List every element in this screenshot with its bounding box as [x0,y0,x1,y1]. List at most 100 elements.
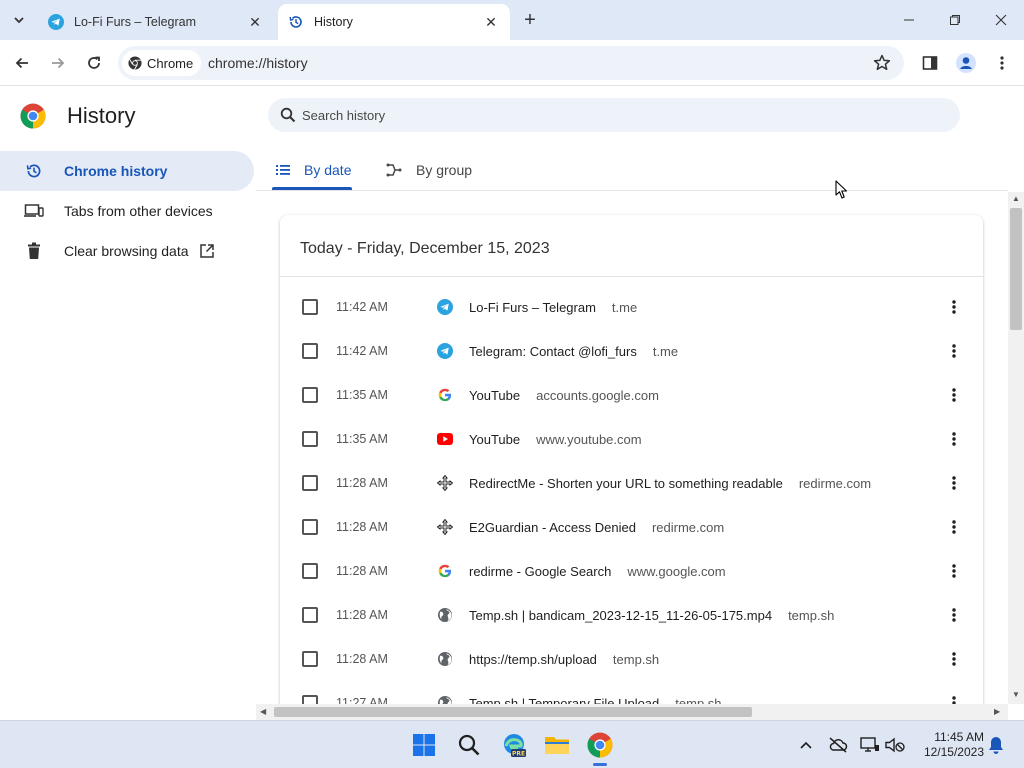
group-icon [386,162,402,178]
scroll-up-arrow-icon[interactable]: ▲ [1012,194,1020,203]
side-panel-button[interactable] [916,49,944,77]
history-row[interactable]: 11:35 AM YouTube www.youtube.com [280,417,983,461]
restore-button[interactable] [932,0,978,40]
tab-by-group[interactable]: By group [386,150,472,190]
minimize-button[interactable] [886,0,932,40]
history-row[interactable]: 11:28 AM E2Guardian - Access Denied redir… [280,505,983,549]
page-link[interactable]: YouTube [469,388,520,403]
horizontal-scrollbar[interactable]: ◀ ▶ [256,704,1008,720]
page-link[interactable]: Telegram: Contact @lofi_furs [469,344,637,359]
taskbar-file-explorer-app[interactable] [541,729,573,761]
taskbar-search-button[interactable] [453,729,485,761]
network-tray-button[interactable] [860,735,880,755]
page-link[interactable]: RedirectMe - Shorten your URL to somethi… [469,476,783,491]
close-tab-button[interactable]: ✕ [246,13,264,31]
page-link[interactable]: E2Guardian - Access Denied [469,520,636,535]
history-row[interactable]: 11:28 AM https://temp.sh/upload temp.sh [280,637,983,681]
sidebar-item-chrome-history[interactable]: Chrome history [0,151,254,191]
more-vertical-icon [952,564,956,578]
taskbar-chrome-app[interactable] [584,729,616,761]
row-checkbox[interactable] [302,475,318,491]
bookmark-star-button[interactable] [872,53,892,73]
sidebar-item-clear-browsing-data[interactable]: Clear browsing data [0,231,254,271]
scroll-left-arrow-icon[interactable]: ◀ [260,707,266,716]
site-info-chip[interactable]: Chrome [122,50,202,76]
chrome-logo-icon [128,56,142,70]
url-text[interactable]: chrome://history [208,46,308,80]
page-link[interactable]: redirme - Google Search [469,564,611,579]
row-more-button[interactable] [944,429,964,449]
redirme-icon [437,519,453,535]
more-vertical-icon [952,520,956,534]
clock-time: 11:45 AM [934,730,984,744]
domain-link[interactable]: temp.sh [788,608,834,623]
row-checkbox[interactable] [302,343,318,359]
row-more-button[interactable] [944,517,964,537]
volume-tray-button[interactable] [885,735,905,755]
onedrive-tray-button[interactable] [828,735,848,755]
row-more-button[interactable] [944,649,964,669]
menu-button[interactable] [988,49,1016,77]
reload-button[interactable] [80,49,108,77]
row-more-button[interactable] [944,341,964,361]
vertical-scrollbar[interactable]: ▲ ▼ [1008,192,1024,704]
taskbar: PRE 11:45 AM 12/15/2023 [0,720,1024,768]
back-button[interactable] [8,49,36,77]
horizontal-scroll-thumb[interactable] [274,707,752,717]
tab-search-button[interactable] [6,7,32,33]
row-checkbox[interactable] [302,563,318,579]
new-tab-button[interactable]: + [518,8,542,32]
domain-link[interactable]: redirme.com [799,476,871,491]
tab-by-date[interactable]: By date [276,150,351,190]
row-checkbox[interactable] [302,299,318,315]
history-row[interactable]: 11:42 AM Telegram: Contact @lofi_furs t.m… [280,329,983,373]
tab-history[interactable]: History ✕ [278,4,510,40]
domain-link[interactable]: temp.sh [613,652,659,667]
profile-avatar-icon [956,53,976,73]
page-link[interactable]: Lo-Fi Furs – Telegram [469,300,596,315]
history-row[interactable]: 11:28 AM Temp.sh | bandicam_2023-12-15_1… [280,593,983,637]
page-link[interactable]: YouTube [469,432,520,447]
scroll-down-arrow-icon[interactable]: ▼ [1012,690,1020,699]
taskbar-edge-beta-app[interactable]: PRE [498,729,530,761]
history-row[interactable]: 11:28 AM redirme - Google Search www.goog… [280,549,983,593]
row-checkbox[interactable] [302,387,318,403]
domain-link[interactable]: www.google.com [627,564,725,579]
notifications-button[interactable] [986,735,1006,755]
row-more-button[interactable] [944,561,964,581]
system-clock[interactable]: 11:45 AM 12/15/2023 [914,730,984,760]
page-link[interactable]: https://temp.sh/upload [469,652,597,667]
page-link[interactable]: Temp.sh | bandicam_2023-12-15_11-26-05-1… [469,608,772,623]
domain-link[interactable]: www.youtube.com [536,432,642,447]
search-input[interactable] [302,107,902,123]
search-history-box[interactable] [268,98,960,132]
row-more-button[interactable] [944,605,964,625]
row-more-button[interactable] [944,297,964,317]
forward-button[interactable] [44,49,72,77]
scroll-right-arrow-icon[interactable]: ▶ [994,707,1000,716]
close-window-button[interactable] [978,0,1024,40]
domain-link[interactable]: redirme.com [652,520,724,535]
address-bar[interactable]: Chrome chrome://history [118,46,904,80]
domain-link[interactable]: accounts.google.com [536,388,659,403]
visit-time: 11:35 AM [336,432,388,446]
row-checkbox[interactable] [302,651,318,667]
domain-link[interactable]: t.me [653,344,678,359]
start-button[interactable] [408,729,440,761]
row-more-button[interactable] [944,473,964,493]
history-row[interactable]: 11:35 AM YouTube accounts.google.com [280,373,983,417]
list-icon [276,164,290,176]
tray-overflow-button[interactable] [796,735,816,755]
close-tab-button[interactable]: ✕ [482,13,500,31]
history-row[interactable]: 11:42 AM Lo-Fi Furs – Telegram t.me [280,285,983,329]
domain-link[interactable]: t.me [612,300,637,315]
history-row[interactable]: 11:28 AM RedirectMe - Shorten your URL t… [280,461,983,505]
tab-telegram[interactable]: Lo-Fi Furs – Telegram ✕ [38,4,274,40]
row-checkbox[interactable] [302,431,318,447]
vertical-scroll-thumb[interactable] [1010,208,1022,330]
row-checkbox[interactable] [302,607,318,623]
sidebar-item-other-devices[interactable]: Tabs from other devices [0,191,254,231]
profile-button[interactable] [952,49,980,77]
row-more-button[interactable] [944,385,964,405]
row-checkbox[interactable] [302,519,318,535]
